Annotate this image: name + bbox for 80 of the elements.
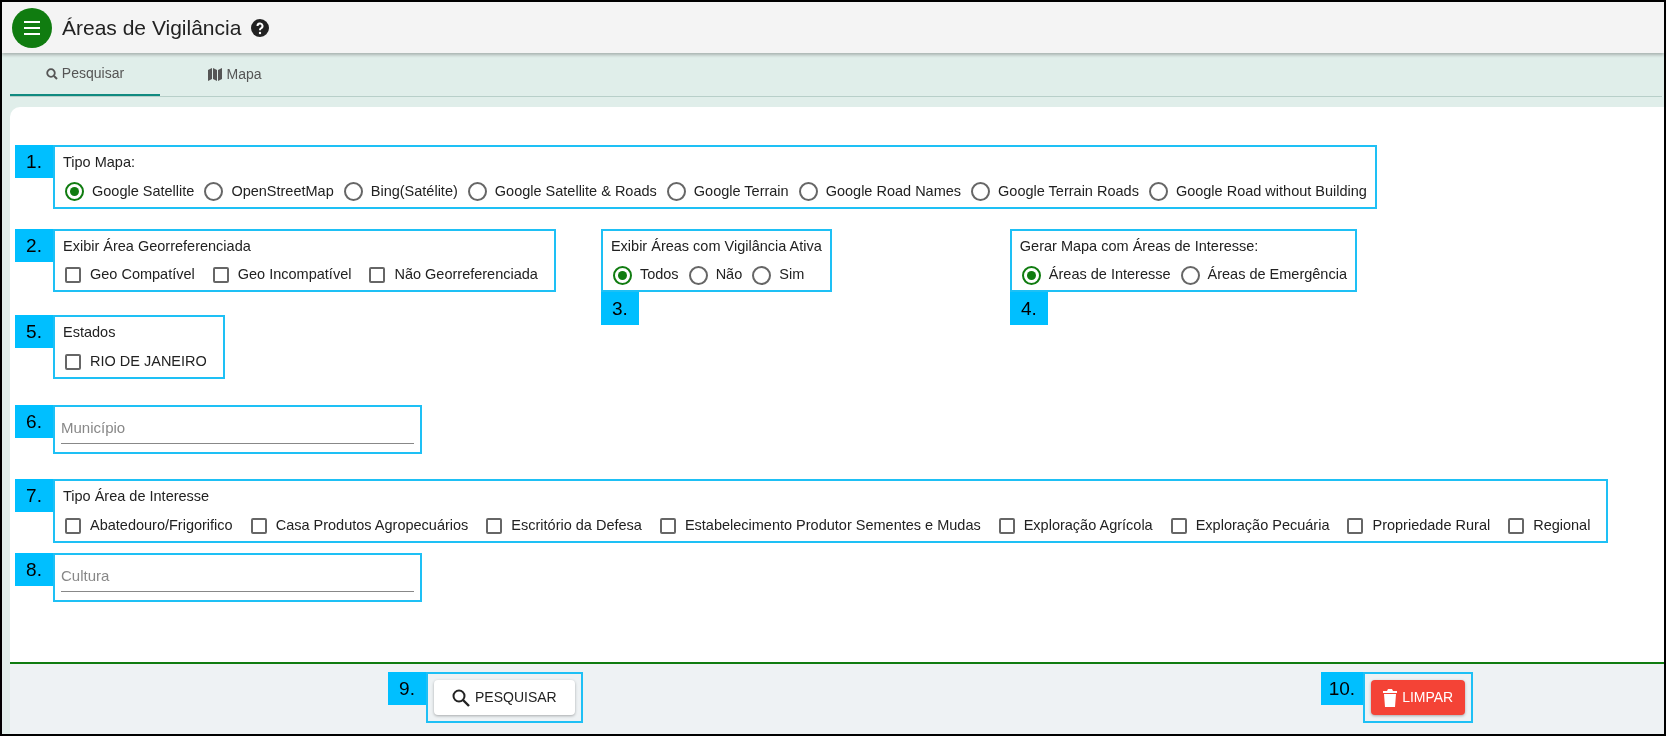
- search-button[interactable]: PESQUISAR: [434, 680, 575, 715]
- option-label: Google Road without Building: [1175, 181, 1367, 201]
- callout-number: 8.: [15, 552, 53, 586]
- tab[interactable]: Pesquisar: [10, 53, 160, 96]
- option-label: Não Georreferenciada: [394, 265, 538, 285]
- search-icon: [452, 688, 470, 707]
- group-label: Tipo Área de Interesse: [63, 487, 211, 506]
- radio-button[interactable]: [666, 182, 686, 202]
- search-icon: [45, 67, 58, 80]
- option-label: Áreas de Interesse: [1048, 265, 1171, 285]
- option-label: Abatedouro/Frigorifico: [90, 515, 233, 535]
- option-label: Exploração Pecuária: [1195, 515, 1330, 535]
- option-label: Google Satellite: [92, 181, 195, 201]
- callout-number: 4.: [1009, 292, 1048, 325]
- callout-number: 10.: [1320, 672, 1364, 705]
- map-icon: [208, 68, 223, 81]
- option-label: Casa Produtos Agropecuários: [275, 515, 469, 535]
- option-label: Exploração Agrícola: [1023, 515, 1153, 535]
- callout-number: 9.: [388, 672, 426, 705]
- group-label: Gerar Mapa com Áreas de Interesse:: [1019, 236, 1260, 256]
- help-icon[interactable]: [251, 18, 270, 37]
- option-label: Não: [715, 265, 743, 285]
- checkbox[interactable]: [1508, 517, 1525, 534]
- checkbox[interactable]: [486, 517, 503, 534]
- checkbox[interactable]: [1347, 517, 1364, 534]
- option-label: Propriedade Rural: [1372, 515, 1491, 535]
- option-label: Google Terrain Roads: [998, 181, 1139, 201]
- input-field[interactable]: Cultura: [61, 560, 414, 592]
- option-label: OpenStreetMap: [231, 181, 334, 201]
- radio-button[interactable]: [612, 265, 632, 285]
- radio-button[interactable]: [971, 182, 991, 202]
- radio-button[interactable]: [688, 265, 708, 285]
- radio-button[interactable]: [752, 265, 772, 285]
- option-label: Todos: [639, 265, 679, 285]
- tab[interactable]: Mapa: [160, 53, 310, 96]
- menu-icon: [23, 20, 41, 35]
- clear-button[interactable]: LIMPAR: [1371, 680, 1466, 715]
- callout-number: 3.: [600, 292, 639, 325]
- checkbox[interactable]: [659, 517, 676, 534]
- radio-button[interactable]: [467, 182, 487, 202]
- callout-number: 2.: [15, 228, 53, 262]
- checkbox[interactable]: [65, 267, 81, 284]
- group-label: Estados: [63, 323, 117, 342]
- option-label: Escritório da Defesa: [511, 515, 642, 535]
- option-label: Regional: [1533, 515, 1591, 535]
- option-label: RIO DE JANEIRO: [90, 351, 207, 371]
- option-label: Bing(Satélite): [370, 181, 458, 201]
- callout-number: 1.: [15, 145, 53, 178]
- option-label: Google Satellite & Roads: [494, 181, 657, 201]
- checkbox[interactable]: [250, 517, 267, 534]
- checkbox[interactable]: [1170, 517, 1187, 534]
- group-label: Exibir Áreas com Vigilância Ativa: [610, 236, 822, 256]
- checkbox[interactable]: [65, 353, 81, 370]
- callout-number: 5.: [15, 315, 53, 348]
- option-label: Áreas de Emergência: [1207, 265, 1347, 285]
- radio-button[interactable]: [204, 182, 224, 202]
- group-label: Exibir Área Georreferenciada: [63, 236, 252, 256]
- option-label: Geo Compatível: [90, 265, 195, 285]
- callout-number: 6.: [15, 404, 53, 438]
- menu-button[interactable]: [12, 7, 52, 48]
- radio-button[interactable]: [1021, 265, 1041, 285]
- trash-icon: [1383, 688, 1398, 707]
- radio-button[interactable]: [65, 182, 84, 202]
- option-label: Google Terrain: [693, 181, 789, 201]
- callout-number: 7.: [15, 479, 53, 512]
- radio-button[interactable]: [343, 182, 363, 202]
- checkbox[interactable]: [998, 517, 1015, 534]
- checkbox[interactable]: [212, 267, 229, 284]
- checkbox[interactable]: [65, 517, 81, 534]
- group-label: Tipo Mapa:: [63, 153, 136, 172]
- radio-button[interactable]: [798, 182, 818, 202]
- option-label: Estabelecimento Produtor Sementes e Mudas: [684, 515, 981, 535]
- input-field[interactable]: Município: [61, 412, 414, 444]
- radio-button[interactable]: [1148, 182, 1168, 202]
- radio-button[interactable]: [1180, 265, 1200, 285]
- option-label: Google Road Names: [825, 181, 962, 201]
- option-label: Sim: [779, 265, 805, 285]
- page-title: Áreas de Vigilância: [62, 14, 242, 41]
- option-label: Geo Incompatível: [237, 265, 352, 285]
- checkbox[interactable]: [369, 267, 386, 284]
